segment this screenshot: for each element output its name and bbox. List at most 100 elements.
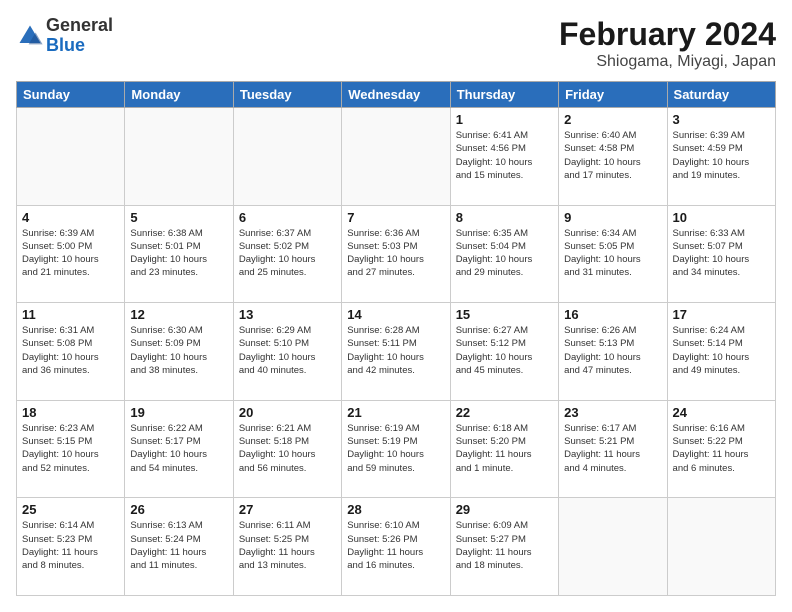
day-cell: 6 Sunrise: 6:37 AM Sunset: 5:02 PM Daylig…: [233, 205, 341, 303]
day-number: 17: [673, 307, 770, 322]
day-number: 8: [456, 210, 553, 225]
day-cell: 12 Sunrise: 6:30 AM Sunset: 5:09 PM Dayli…: [125, 303, 233, 401]
day-number: 29: [456, 502, 553, 517]
day-info: Sunrise: 6:18 AM Sunset: 5:20 PM Dayligh…: [456, 422, 553, 475]
day-info: Sunrise: 6:17 AM Sunset: 5:21 PM Dayligh…: [564, 422, 661, 475]
day-cell: 5 Sunrise: 6:38 AM Sunset: 5:01 PM Daylig…: [125, 205, 233, 303]
day-cell: 18 Sunrise: 6:23 AM Sunset: 5:15 PM Dayli…: [17, 400, 125, 498]
day-cell: 29 Sunrise: 6:09 AM Sunset: 5:27 PM Dayli…: [450, 498, 558, 596]
day-cell: 20 Sunrise: 6:21 AM Sunset: 5:18 PM Dayli…: [233, 400, 341, 498]
day-info: Sunrise: 6:36 AM Sunset: 5:03 PM Dayligh…: [347, 227, 444, 280]
day-number: 10: [673, 210, 770, 225]
day-info: Sunrise: 6:39 AM Sunset: 4:59 PM Dayligh…: [673, 129, 770, 182]
day-info: Sunrise: 6:40 AM Sunset: 4:58 PM Dayligh…: [564, 129, 661, 182]
day-cell: 3 Sunrise: 6:39 AM Sunset: 4:59 PM Daylig…: [667, 108, 775, 206]
day-number: 6: [239, 210, 336, 225]
day-number: 1: [456, 112, 553, 127]
day-info: Sunrise: 6:13 AM Sunset: 5:24 PM Dayligh…: [130, 519, 227, 572]
day-cell: 8 Sunrise: 6:35 AM Sunset: 5:04 PM Daylig…: [450, 205, 558, 303]
day-info: Sunrise: 6:22 AM Sunset: 5:17 PM Dayligh…: [130, 422, 227, 475]
day-info: Sunrise: 6:33 AM Sunset: 5:07 PM Dayligh…: [673, 227, 770, 280]
logo: General Blue: [16, 16, 113, 56]
day-info: Sunrise: 6:31 AM Sunset: 5:08 PM Dayligh…: [22, 324, 119, 377]
day-cell: 14 Sunrise: 6:28 AM Sunset: 5:11 PM Dayli…: [342, 303, 450, 401]
day-number: 24: [673, 405, 770, 420]
day-info: Sunrise: 6:37 AM Sunset: 5:02 PM Dayligh…: [239, 227, 336, 280]
day-number: 18: [22, 405, 119, 420]
weekday-header-row: Sunday Monday Tuesday Wednesday Thursday…: [17, 82, 776, 108]
day-cell: [125, 108, 233, 206]
day-number: 26: [130, 502, 227, 517]
day-cell: 9 Sunrise: 6:34 AM Sunset: 5:05 PM Daylig…: [559, 205, 667, 303]
day-number: 2: [564, 112, 661, 127]
title-area: February 2024 Shiogama, Miyagi, Japan: [559, 16, 776, 71]
day-cell: 11Sunrise: 6:31 AM Sunset: 5:08 PM Dayli…: [17, 303, 125, 401]
day-cell: [342, 108, 450, 206]
day-cell: 24 Sunrise: 6:16 AM Sunset: 5:22 PM Dayli…: [667, 400, 775, 498]
subtitle: Shiogama, Miyagi, Japan: [559, 53, 776, 71]
day-cell: 17Sunrise: 6:24 AM Sunset: 5:14 PM Dayli…: [667, 303, 775, 401]
day-cell: [17, 108, 125, 206]
day-cell: [559, 498, 667, 596]
day-cell: 15 Sunrise: 6:27 AM Sunset: 5:12 PM Dayli…: [450, 303, 558, 401]
day-cell: 27 Sunrise: 6:11 AM Sunset: 5:25 PM Dayli…: [233, 498, 341, 596]
day-number: 7: [347, 210, 444, 225]
day-info: Sunrise: 6:35 AM Sunset: 5:04 PM Dayligh…: [456, 227, 553, 280]
day-info: Sunrise: 6:09 AM Sunset: 5:27 PM Dayligh…: [456, 519, 553, 572]
day-cell: 26 Sunrise: 6:13 AM Sunset: 5:24 PM Dayli…: [125, 498, 233, 596]
day-info: Sunrise: 6:38 AM Sunset: 5:01 PM Dayligh…: [130, 227, 227, 280]
day-number: 23: [564, 405, 661, 420]
day-cell: 4Sunrise: 6:39 AM Sunset: 5:00 PM Daylig…: [17, 205, 125, 303]
day-number: 16: [564, 307, 661, 322]
day-number: 12: [130, 307, 227, 322]
day-cell: 28Sunrise: 6:10 AM Sunset: 5:26 PM Dayli…: [342, 498, 450, 596]
week-row-1: 4Sunrise: 6:39 AM Sunset: 5:00 PM Daylig…: [17, 205, 776, 303]
day-info: Sunrise: 6:23 AM Sunset: 5:15 PM Dayligh…: [22, 422, 119, 475]
day-number: 9: [564, 210, 661, 225]
day-number: 14: [347, 307, 444, 322]
day-cell: [233, 108, 341, 206]
day-number: 15: [456, 307, 553, 322]
weekday-tuesday: Tuesday: [233, 82, 341, 108]
logo-text: General Blue: [46, 16, 113, 56]
day-info: Sunrise: 6:14 AM Sunset: 5:23 PM Dayligh…: [22, 519, 119, 572]
day-number: 5: [130, 210, 227, 225]
day-info: Sunrise: 6:28 AM Sunset: 5:11 PM Dayligh…: [347, 324, 444, 377]
day-number: 21: [347, 405, 444, 420]
weekday-thursday: Thursday: [450, 82, 558, 108]
day-cell: 1Sunrise: 6:41 AM Sunset: 4:56 PM Daylig…: [450, 108, 558, 206]
day-info: Sunrise: 6:11 AM Sunset: 5:25 PM Dayligh…: [239, 519, 336, 572]
day-info: Sunrise: 6:16 AM Sunset: 5:22 PM Dayligh…: [673, 422, 770, 475]
day-number: 20: [239, 405, 336, 420]
day-cell: 22 Sunrise: 6:18 AM Sunset: 5:20 PM Dayli…: [450, 400, 558, 498]
header: General Blue February 2024 Shiogama, Miy…: [16, 16, 776, 71]
week-row-3: 18 Sunrise: 6:23 AM Sunset: 5:15 PM Dayli…: [17, 400, 776, 498]
main-title: February 2024: [559, 16, 776, 53]
calendar-table: Sunday Monday Tuesday Wednesday Thursday…: [16, 81, 776, 596]
day-info: Sunrise: 6:27 AM Sunset: 5:12 PM Dayligh…: [456, 324, 553, 377]
day-cell: 2 Sunrise: 6:40 AM Sunset: 4:58 PM Daylig…: [559, 108, 667, 206]
day-cell: 19 Sunrise: 6:22 AM Sunset: 5:17 PM Dayli…: [125, 400, 233, 498]
day-info: Sunrise: 6:30 AM Sunset: 5:09 PM Dayligh…: [130, 324, 227, 377]
weekday-monday: Monday: [125, 82, 233, 108]
day-cell: 10 Sunrise: 6:33 AM Sunset: 5:07 PM Dayli…: [667, 205, 775, 303]
day-info: Sunrise: 6:21 AM Sunset: 5:18 PM Dayligh…: [239, 422, 336, 475]
day-cell: 25 Sunrise: 6:14 AM Sunset: 5:23 PM Dayli…: [17, 498, 125, 596]
day-number: 22: [456, 405, 553, 420]
day-number: 4: [22, 210, 119, 225]
day-cell: 7 Sunrise: 6:36 AM Sunset: 5:03 PM Daylig…: [342, 205, 450, 303]
day-number: 13: [239, 307, 336, 322]
day-number: 27: [239, 502, 336, 517]
weekday-wednesday: Wednesday: [342, 82, 450, 108]
week-row-4: 25 Sunrise: 6:14 AM Sunset: 5:23 PM Dayli…: [17, 498, 776, 596]
logo-icon: [16, 22, 44, 50]
day-cell: 21 Sunrise: 6:19 AM Sunset: 5:19 PM Dayli…: [342, 400, 450, 498]
day-number: 28: [347, 502, 444, 517]
day-cell: 16Sunrise: 6:26 AM Sunset: 5:13 PM Dayli…: [559, 303, 667, 401]
day-info: Sunrise: 6:19 AM Sunset: 5:19 PM Dayligh…: [347, 422, 444, 475]
day-info: Sunrise: 6:34 AM Sunset: 5:05 PM Dayligh…: [564, 227, 661, 280]
day-number: 25: [22, 502, 119, 517]
day-number: 19: [130, 405, 227, 420]
day-cell: [667, 498, 775, 596]
day-number: 3: [673, 112, 770, 127]
